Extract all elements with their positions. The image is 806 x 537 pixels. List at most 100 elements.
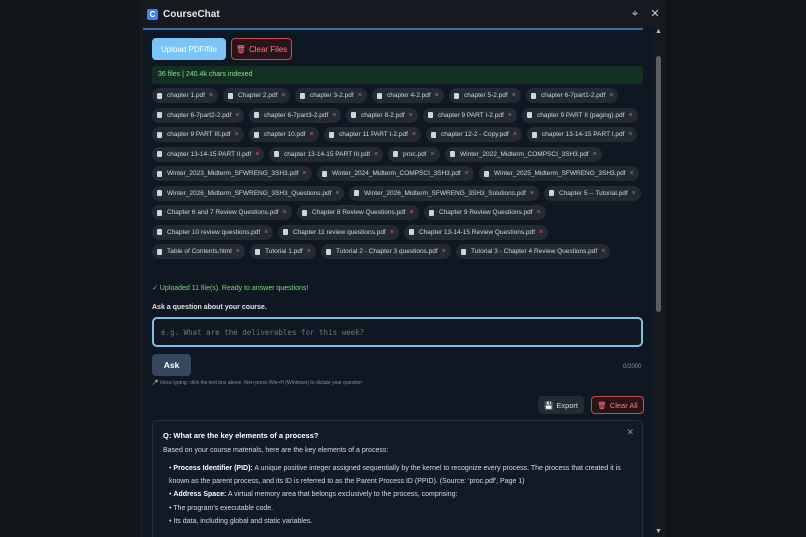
remove-file-icon[interactable]: × xyxy=(412,131,416,138)
file-chip[interactable]: chapter 11 PART I-2.pdf × xyxy=(324,127,421,142)
remove-file-icon[interactable]: × xyxy=(465,170,469,177)
remove-file-icon[interactable]: × xyxy=(512,92,516,99)
remove-file-icon[interactable]: × xyxy=(374,151,378,158)
file-chip[interactable]: Chapter 5 -- Tutorial.pdf × xyxy=(544,185,641,201)
remove-file-icon[interactable]: × xyxy=(609,92,613,99)
file-chip[interactable]: chapter 10.pdf × xyxy=(249,127,319,142)
remove-file-icon[interactable]: × xyxy=(332,112,336,119)
remove-file-icon[interactable]: × xyxy=(513,131,517,138)
answer-question: Q: What are the key elements of a proces… xyxy=(163,431,319,440)
file-chip[interactable]: Chapter 9 Review Questions.pdf × xyxy=(424,205,546,220)
remove-file-icon[interactable]: × xyxy=(235,112,239,119)
remove-file-icon[interactable]: × xyxy=(630,170,634,177)
clear-all-button[interactable]: 🗑 Clear All xyxy=(591,396,644,414)
remove-file-icon[interactable]: × xyxy=(530,190,534,197)
file-chip[interactable]: Chapter 10 review questions.pdf × xyxy=(152,224,274,240)
file-chip-label: chapter 6-7part2-2.pdf xyxy=(167,111,232,119)
remove-file-icon[interactable]: × xyxy=(390,229,394,236)
file-chip[interactable]: Table of Contents.html × xyxy=(152,244,245,259)
file-chip[interactable]: Winter_2023_Midterm_SFWRENG_3SH3.pdf × xyxy=(152,166,312,181)
remove-file-icon[interactable]: × xyxy=(307,248,311,255)
app-icon: C xyxy=(147,9,158,20)
scroll-up-icon[interactable]: ▲ xyxy=(655,28,662,35)
file-icon xyxy=(302,209,307,216)
remove-file-icon[interactable]: × xyxy=(264,229,268,236)
remove-file-icon[interactable]: × xyxy=(628,131,632,138)
upload-button[interactable]: Upload PDF/file xyxy=(152,38,226,60)
remove-file-icon[interactable]: × xyxy=(593,151,597,158)
file-chip[interactable]: chapter 9 PART III.pdf × xyxy=(152,127,244,142)
file-chip[interactable]: chapter 5-2.pdf × xyxy=(449,88,521,103)
remove-file-icon[interactable]: × xyxy=(335,190,339,197)
file-chip[interactable]: Winter_2026_Midterm_SFWRENG_3SH3_Solutio… xyxy=(349,185,539,201)
file-chip[interactable]: chapter 1.pdf × xyxy=(152,88,219,103)
pin-icon[interactable]: ⌖ xyxy=(628,7,642,21)
close-icon[interactable]: ✕ xyxy=(648,7,662,21)
clear-files-button[interactable]: 🗑 Clear Files xyxy=(231,38,292,60)
file-icon xyxy=(329,131,334,138)
file-chip-label: Chapter 13-14-15 Review Questions.pdf xyxy=(419,228,535,236)
remove-file-icon[interactable]: × xyxy=(358,92,362,99)
file-chip-label: Chapter 6 and 7 Review Questions.pdf xyxy=(167,209,279,216)
remove-file-icon[interactable]: × xyxy=(632,190,636,197)
file-chip[interactable]: chapter 13-14-15 PART III.pdf × xyxy=(269,146,384,162)
file-chip-label: chapter 13-14-15 PART III.pdf xyxy=(284,150,370,158)
file-icon xyxy=(531,92,536,99)
remove-file-icon[interactable]: × xyxy=(539,229,543,236)
remove-file-icon[interactable]: × xyxy=(508,112,512,119)
remove-file-icon[interactable]: × xyxy=(601,248,605,255)
file-chip[interactable]: Chapter 6 and 7 Review Questions.pdf × xyxy=(152,205,292,220)
file-chip[interactable]: Winter_2022_Midterm_COMPSCI_3SH3.pdf × xyxy=(445,146,602,162)
remove-file-icon[interactable]: × xyxy=(409,112,413,119)
file-chip[interactable]: chapter 3-2.pdf × xyxy=(295,88,367,103)
file-chip[interactable]: chapter 8-2.pdf × xyxy=(346,107,418,123)
voice-hint: 🎤 Voice typing: click the text box above… xyxy=(152,380,363,386)
remove-file-icon[interactable]: × xyxy=(435,92,439,99)
remove-file-icon[interactable]: × xyxy=(303,170,307,177)
file-chip[interactable]: Tutorial 3 - Chapter 4 Review Questions.… xyxy=(456,244,611,259)
remove-file-icon[interactable]: × xyxy=(310,131,314,138)
ask-button[interactable]: Ask xyxy=(152,354,191,376)
upload-status: ✓ Uploaded 11 file(s). Ready to answer q… xyxy=(152,285,309,292)
file-chip-label: chapter 9 PART I-2.pdf xyxy=(438,111,504,119)
file-chip[interactable]: chapter 13-14-15 PART I.pdf × xyxy=(527,127,638,142)
remove-file-icon[interactable]: × xyxy=(235,131,239,138)
file-chip[interactable]: proc.pdf × xyxy=(388,146,440,162)
remove-file-icon[interactable]: × xyxy=(236,248,240,255)
remove-file-icon[interactable]: × xyxy=(410,209,414,216)
file-chip[interactable]: chapter 9 PART II (paging).pdf × xyxy=(522,107,638,123)
file-chip[interactable]: chapter 6-7part2-2.pdf × xyxy=(152,107,245,123)
file-chip[interactable]: Winter_2024_Midterm_COMPSCI_3SH3.pdf × xyxy=(317,166,474,181)
export-button[interactable]: 💾 Export xyxy=(538,396,584,414)
scroll-thumb[interactable] xyxy=(656,56,661,312)
file-chip[interactable]: Winter_2026_Midterm_SFWRENG_3SH3_Questio… xyxy=(152,185,345,201)
file-icon xyxy=(157,248,162,255)
file-chip[interactable]: Chapter 8 Review Questions.pdf × xyxy=(297,205,419,220)
remove-file-icon[interactable]: × xyxy=(209,92,213,99)
remove-file-icon[interactable]: × xyxy=(431,151,435,158)
file-chip[interactable]: chapter 12-2 - Copy.pdf × xyxy=(426,127,522,142)
remove-file-icon[interactable]: × xyxy=(283,209,287,216)
file-chip[interactable]: Chapter 2.pdf × xyxy=(223,88,291,103)
close-icon[interactable]: ✕ xyxy=(626,427,634,438)
file-chip[interactable]: chapter 6-7part3-2.pdf × xyxy=(249,107,342,123)
remove-file-icon[interactable]: × xyxy=(537,209,541,216)
file-chip[interactable]: chapter 6-7part1-2.pdf × xyxy=(526,88,619,103)
answer-intro: Based on your course materials, here are… xyxy=(163,447,389,454)
scroll-down-icon[interactable]: ▼ xyxy=(655,528,662,535)
file-chip[interactable]: Winter_2025_Midterm_SFWRENG_3SH3.pdf × xyxy=(479,166,639,181)
file-chip[interactable]: Tutorial 2 - Chapter 3 questions.pdf × xyxy=(321,244,451,259)
file-chip[interactable]: chapter 13-14-15 PART II.pdf × xyxy=(152,146,265,162)
file-chip[interactable]: chapter 9 PART I-2.pdf × xyxy=(423,107,517,123)
file-icon xyxy=(283,229,288,235)
file-chip[interactable]: chapter 4-2.pdf × xyxy=(372,88,444,103)
file-chip[interactable]: Chapter 13-14-15 Review Questions.pdf × xyxy=(404,224,549,240)
remove-file-icon[interactable]: × xyxy=(255,151,259,158)
vertical-scrollbar[interactable]: ▲ ▼ xyxy=(654,28,663,537)
remove-file-icon[interactable]: × xyxy=(442,248,446,255)
question-input[interactable] xyxy=(152,317,643,347)
file-chip[interactable]: Chapter 11 review questions.pdf × xyxy=(278,224,399,240)
file-chip[interactable]: Tutorial 1.pdf × xyxy=(250,244,316,259)
remove-file-icon[interactable]: × xyxy=(628,112,632,119)
remove-file-icon[interactable]: × xyxy=(281,92,285,99)
